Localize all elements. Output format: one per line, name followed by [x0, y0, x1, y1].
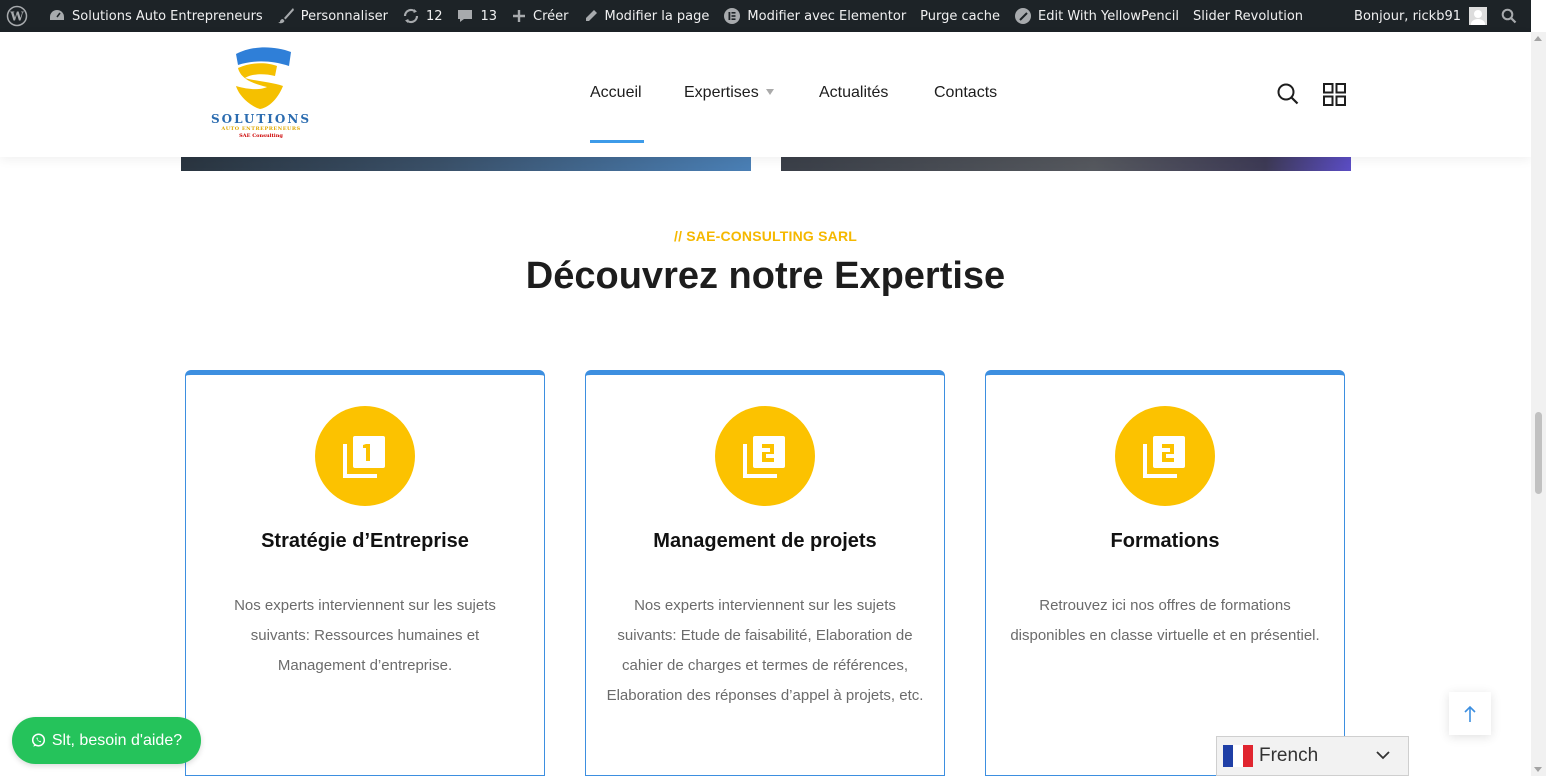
plus-icon: [513, 10, 526, 22]
nav-item-actualites[interactable]: Actualités: [819, 84, 888, 102]
card-icon-circle: [1115, 406, 1215, 506]
page-scrollbar[interactable]: [1531, 32, 1546, 776]
library-number-2-icon: [1143, 436, 1185, 478]
scrollbar-thumb[interactable]: [1535, 412, 1542, 494]
yellowpencil-icon: [1015, 8, 1032, 24]
search-icon: [1501, 8, 1517, 24]
wp-admin-bar: W Solutions Auto Entrepreneurs Personnal…: [0, 0, 1531, 32]
card-icon-circle: [715, 406, 815, 506]
section-eyebrow: // SAE-CONSULTING SARL: [673, 228, 858, 244]
site-logo[interactable]: SOLUTIONS AUTO ENTREPRENEURS SAE Consult…: [205, 46, 317, 142]
expertise-card[interactable]: Stratégie d’Entreprise Nos experts inter…: [185, 370, 545, 776]
nav-item-expertises-label: Expertises: [684, 84, 759, 101]
admin-site-name-label: Solutions Auto Entrepreneurs: [72, 8, 263, 24]
scroll-up-arrow-icon[interactable]: [1534, 36, 1542, 41]
card-text: Nos experts interviennent sur les sujets…: [606, 597, 924, 704]
grid-icon: [1323, 83, 1346, 106]
admin-search-button[interactable]: [1494, 0, 1531, 32]
refresh-icon: [403, 8, 419, 24]
search-icon: [1277, 83, 1299, 105]
library-number-1-icon: [343, 436, 385, 478]
nav-item-expertises[interactable]: Expertises: [684, 84, 774, 102]
header-menu-grid-button[interactable]: [1323, 83, 1346, 110]
admin-site-name[interactable]: Solutions Auto Entrepreneurs: [41, 0, 270, 32]
admin-bar-right: Bonjour, rickb91: [1347, 0, 1531, 32]
window-corner: [1531, 0, 1546, 32]
nav-item-accueil[interactable]: Accueil: [590, 84, 642, 102]
elementor-icon: [724, 8, 741, 24]
svg-text:W: W: [9, 10, 24, 24]
logo-line3: SAE Consulting: [239, 133, 283, 139]
whatsapp-label: Slt, besoin d'aide?: [51, 731, 183, 749]
wordpress-logo-button[interactable]: W: [0, 0, 41, 32]
whatsapp-icon: [31, 733, 45, 747]
admin-slider-label: Slider Revolution: [1193, 8, 1304, 24]
card-title: Formations: [1110, 530, 1220, 552]
card-text: Nos experts interviennent sur les sujets…: [234, 597, 496, 674]
card-icon-circle: [315, 406, 415, 506]
admin-updates[interactable]: 12: [395, 0, 450, 32]
admin-yellowpencil[interactable]: Edit With YellowPencil: [1007, 0, 1186, 32]
admin-new-content[interactable]: Créer: [504, 0, 575, 32]
avatar: [1469, 7, 1487, 25]
nav-active-indicator: [590, 140, 644, 143]
admin-account[interactable]: Bonjour, rickb91: [1347, 0, 1494, 32]
logo-line2: AUTO ENTREPRENEURS: [221, 126, 301, 132]
brush-icon: [277, 8, 294, 24]
shield-logo-icon: [236, 47, 291, 109]
admin-greeting: Bonjour, rickb91: [1354, 8, 1461, 24]
back-to-top-button[interactable]: [1449, 692, 1491, 735]
france-flag-icon: [1223, 745, 1253, 767]
admin-customize-label: Personnaliser: [300, 8, 388, 24]
admin-edit-page-label: Modifier la page: [604, 8, 710, 24]
nav-item-contacts[interactable]: Contacts: [934, 84, 997, 102]
card-title: Stratégie d’Entreprise: [261, 530, 469, 552]
admin-new-label: Créer: [533, 8, 569, 24]
chevron-down-icon: [1376, 751, 1390, 760]
admin-slider-revolution[interactable]: Slider Revolution: [1186, 0, 1310, 32]
site-header: SOLUTIONS AUTO ENTREPRENEURS SAE Consult…: [0, 32, 1531, 157]
admin-comments-count: 13: [480, 8, 498, 24]
card-title: Management de projets: [653, 530, 877, 552]
expertise-card[interactable]: Formations Retrouvez ici nos offres de f…: [985, 370, 1345, 776]
language-selector[interactable]: French: [1216, 736, 1409, 776]
admin-yellowpencil-label: Edit With YellowPencil: [1038, 8, 1179, 24]
admin-elementor-label: Modifier avec Elementor: [747, 8, 907, 24]
scroll-down-arrow-icon[interactable]: [1534, 767, 1542, 772]
admin-updates-count: 12: [425, 8, 443, 24]
card-text: Retrouvez ici nos offres de formations d…: [1010, 597, 1320, 644]
caret-down-icon: [765, 89, 774, 95]
header-search-button[interactable]: [1276, 82, 1300, 110]
whatsapp-chat-button[interactable]: Slt, besoin d'aide?: [12, 717, 201, 764]
dashboard-icon: [50, 10, 64, 20]
admin-elementor[interactable]: Modifier avec Elementor: [716, 0, 913, 32]
pencil-icon: [585, 10, 597, 21]
language-selected: French: [1259, 745, 1319, 766]
admin-purge-cache[interactable]: Purge cache: [913, 0, 1007, 32]
admin-purge-cache-label: Purge cache: [920, 8, 1001, 24]
comment-icon: [458, 10, 473, 22]
wordpress-icon: W: [6, 5, 28, 27]
admin-edit-page[interactable]: Modifier la page: [576, 0, 717, 32]
arrow-up-icon: [1464, 705, 1476, 722]
admin-comments[interactable]: 13: [449, 0, 504, 32]
logo-line1: SOLUTIONS: [211, 112, 311, 126]
library-number-2-icon: [743, 436, 785, 478]
admin-customize[interactable]: Personnaliser: [270, 0, 395, 32]
expertise-card[interactable]: Management de projets Nos experts interv…: [585, 370, 945, 776]
section-title: Découvrez notre Expertise: [525, 255, 1006, 297]
